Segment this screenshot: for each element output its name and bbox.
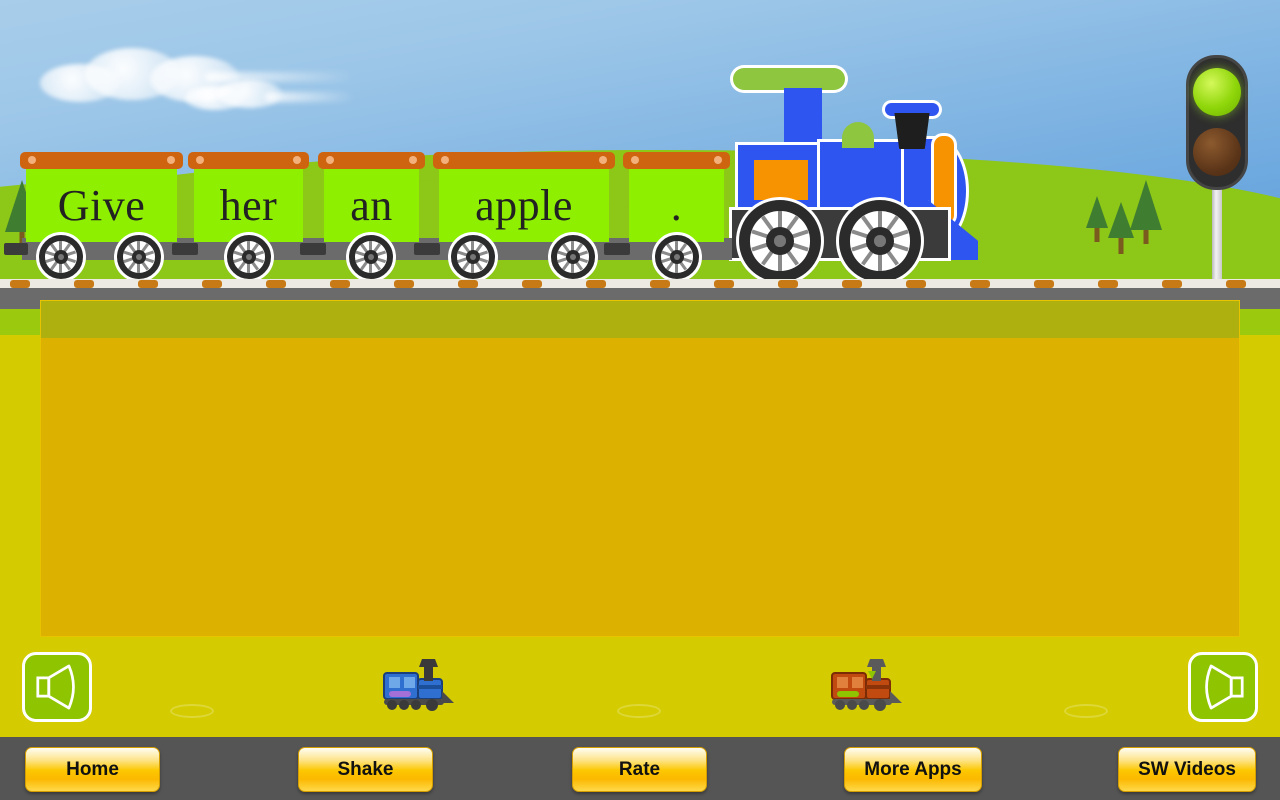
signal-housing: [1186, 55, 1248, 190]
word-car[interactable]: her: [188, 152, 309, 242]
car-rivet: [631, 156, 639, 164]
car-roof: [20, 152, 183, 169]
car-rivet: [409, 156, 417, 164]
rail-tie: [970, 280, 990, 288]
car-wheel: [448, 232, 498, 282]
rail-ties: [0, 279, 1280, 288]
rail-tie: [458, 280, 478, 288]
car-rivet: [196, 156, 204, 164]
coupler: [172, 243, 198, 255]
word-car[interactable]: an: [318, 152, 425, 242]
coupler: [4, 243, 28, 255]
speaker-icon: [36, 664, 75, 710]
car-rivet: [441, 156, 449, 164]
rail-tie: [586, 280, 606, 288]
car-wheel: [548, 232, 598, 282]
coupler: [414, 243, 440, 255]
car-word: apple: [475, 180, 573, 230]
app-root: Give her an apple. Home Shake Rate More …: [0, 0, 1280, 800]
word-car[interactable]: .: [623, 152, 730, 242]
signal-lamp-dark: [1193, 128, 1241, 176]
rail-tie: [138, 280, 158, 288]
rail-tie: [1034, 280, 1054, 288]
rail-tie: [1162, 280, 1182, 288]
car-rivet: [28, 156, 36, 164]
car-word: an: [350, 180, 393, 230]
bottom-button-sw-videos[interactable]: SW Videos: [1118, 747, 1256, 792]
button-label: Home: [66, 758, 119, 780]
car-wheel: [652, 232, 702, 282]
car-word: Give: [57, 180, 146, 230]
car-rivet: [167, 156, 175, 164]
rail-tie: [266, 280, 286, 288]
loco-roof: [733, 68, 845, 90]
car-roof: [433, 152, 615, 169]
bottom-button-rate[interactable]: Rate: [572, 747, 707, 792]
tree-icon: [1130, 180, 1162, 244]
loco-wheel: [736, 197, 824, 285]
locomotive[interactable]: [728, 60, 988, 285]
loco-wheel: [836, 197, 924, 285]
bottom-button-shake[interactable]: Shake: [298, 747, 433, 792]
car-word: her: [219, 180, 278, 230]
rail-tie: [522, 280, 542, 288]
car-body: Give: [26, 169, 177, 242]
blue-train-button[interactable]: [378, 655, 458, 715]
car-rivet: [714, 156, 722, 164]
tool-row: [0, 637, 1280, 737]
button-label: SW Videos: [1138, 758, 1236, 780]
bottom-button-more-apps[interactable]: More Apps: [844, 747, 982, 792]
rail-tie: [202, 280, 222, 288]
train-icon: [831, 659, 902, 711]
rail-tie: [842, 280, 862, 288]
car-word: .: [670, 180, 683, 230]
button-label: Rate: [618, 758, 661, 780]
train-icon: [383, 659, 454, 711]
signal-lamp-green: [1193, 68, 1241, 116]
car-roof: [188, 152, 309, 169]
car-wheel: [346, 232, 396, 282]
answer-drop-area[interactable]: [40, 300, 1240, 637]
rail-tie: [10, 280, 30, 288]
rail-tie: [74, 280, 94, 288]
rail-tie: [1098, 280, 1118, 288]
rail-tie: [330, 280, 350, 288]
rail-tie: [1226, 280, 1246, 288]
rail-tie: [394, 280, 414, 288]
rail-tie: [906, 280, 926, 288]
button-label: Shake: [337, 758, 394, 780]
car-wheel: [36, 232, 86, 282]
car-wheel: [114, 232, 164, 282]
word-car[interactable]: Give: [20, 152, 183, 242]
track-slot: [170, 704, 214, 718]
rail-tie: [714, 280, 734, 288]
loco-cab-pillar: [784, 88, 822, 148]
word-car[interactable]: apple: [433, 152, 615, 242]
track-slot: [1064, 704, 1108, 718]
car-rivet: [293, 156, 301, 164]
speaker-left-button[interactable]: [22, 652, 92, 722]
bottom-toolbar: Home Shake Rate More Apps SW Videos: [0, 737, 1280, 800]
bottom-button-home[interactable]: Home: [25, 747, 160, 792]
speaker-right-button[interactable]: [1188, 652, 1258, 722]
loco-window: [754, 160, 808, 200]
rail-tie: [650, 280, 670, 288]
orange-train-button[interactable]: [826, 655, 906, 715]
loco-dome: [842, 122, 874, 148]
coupler: [300, 243, 326, 255]
speaker-icon: [1205, 664, 1244, 710]
car-rivet: [326, 156, 334, 164]
car-body: apple: [439, 169, 609, 242]
track-slot: [617, 704, 661, 718]
coupler: [604, 243, 630, 255]
rail-tie: [778, 280, 798, 288]
tree-icon: [1086, 196, 1108, 242]
car-wheel: [224, 232, 274, 282]
button-label: More Apps: [864, 758, 962, 780]
answer-panel-header: [41, 301, 1239, 338]
car-rivet: [599, 156, 607, 164]
